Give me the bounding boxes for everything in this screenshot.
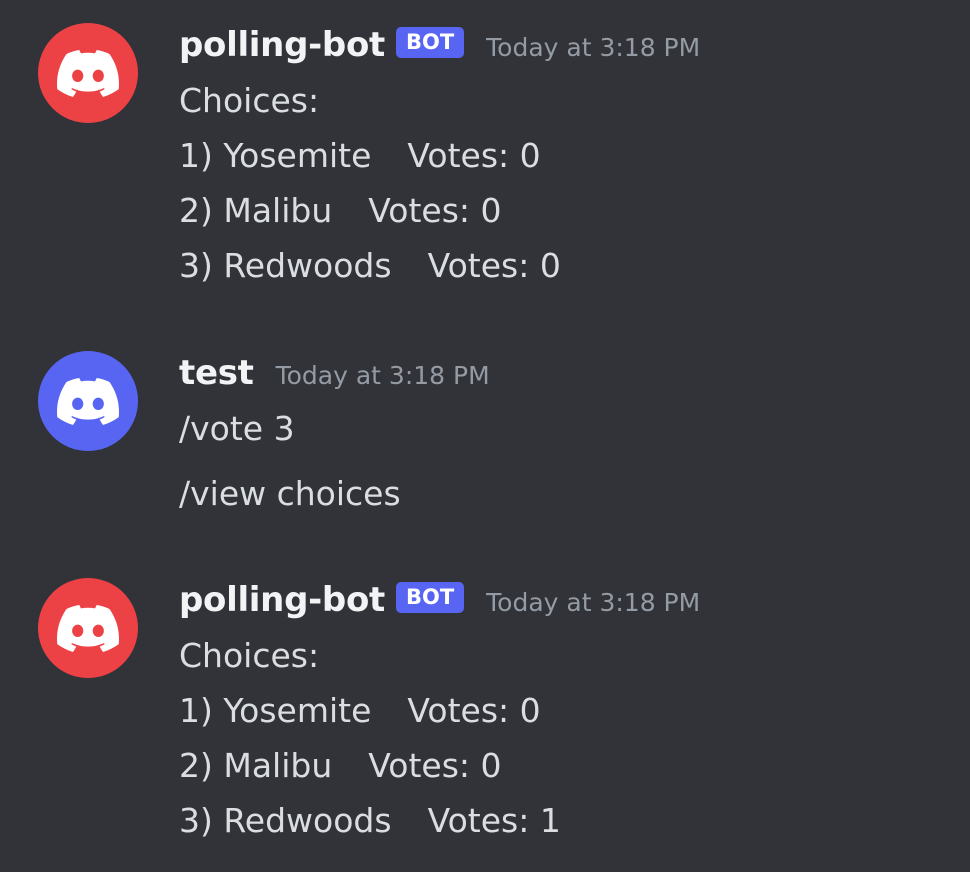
avatar[interactable] (38, 351, 138, 451)
message-line: /view choices (179, 472, 401, 516)
username[interactable]: polling-bot (179, 25, 385, 65)
timestamp[interactable]: Today at 3:18 PM (486, 588, 700, 617)
timestamp[interactable]: Today at 3:18 PM (276, 361, 490, 390)
bot-badge: BOT (395, 581, 465, 613)
message-polling-bot-1: polling-bot BOT Today at 3:18 PM Choices… (0, 23, 970, 293)
choice-row: 3) Redwoods Votes: 1 (179, 799, 561, 843)
choices-heading: Choices: (179, 81, 320, 120)
message-line: Choices: (179, 79, 319, 123)
vote-count: Votes: 0 (368, 746, 502, 785)
command-text: /vote 3 (179, 409, 295, 448)
message-test-user: test Today at 3:18 PM /vote 3 /view choi… (0, 351, 970, 521)
choices-heading: Choices: (179, 636, 320, 675)
message-line: /vote 3 (179, 407, 295, 451)
bot-badge: BOT (395, 26, 465, 58)
choice-label: 1) Yosemite (179, 136, 372, 175)
message-header: polling-bot BOT Today at 3:18 PM (179, 578, 700, 622)
choice-row: 1) Yosemite Votes: 0 (179, 689, 541, 733)
command-text: /view choices (179, 474, 401, 513)
choice-label: 3) Redwoods (179, 801, 392, 840)
choice-label: 1) Yosemite (179, 691, 372, 730)
vote-count: Votes: 0 (368, 191, 502, 230)
choice-row: 2) Malibu Votes: 0 (179, 189, 502, 233)
discord-logo-icon (57, 377, 119, 425)
choice-row: 2) Malibu Votes: 0 (179, 744, 502, 788)
choice-row: 3) Redwoods Votes: 0 (179, 244, 561, 288)
username[interactable]: polling-bot (179, 580, 385, 620)
avatar[interactable] (38, 23, 138, 123)
username[interactable]: test (179, 353, 254, 393)
vote-count: Votes: 1 (427, 801, 561, 840)
choice-label: 2) Malibu (179, 191, 333, 230)
vote-count: Votes: 0 (427, 246, 561, 285)
message-polling-bot-2: polling-bot BOT Today at 3:18 PM Choices… (0, 578, 970, 848)
message-header: polling-bot BOT Today at 3:18 PM (179, 23, 700, 67)
message-line: Choices: (179, 634, 319, 678)
discord-logo-icon (57, 49, 119, 97)
choice-label: 3) Redwoods (179, 246, 392, 285)
choice-row: 1) Yosemite Votes: 0 (179, 134, 541, 178)
discord-logo-icon (57, 604, 119, 652)
avatar[interactable] (38, 578, 138, 678)
choice-label: 2) Malibu (179, 746, 333, 785)
vote-count: Votes: 0 (407, 136, 541, 175)
vote-count: Votes: 0 (407, 691, 541, 730)
timestamp[interactable]: Today at 3:18 PM (486, 33, 700, 62)
message-header: test Today at 3:18 PM (179, 351, 490, 395)
message-feed: polling-bot BOT Today at 3:18 PM Choices… (0, 0, 970, 872)
